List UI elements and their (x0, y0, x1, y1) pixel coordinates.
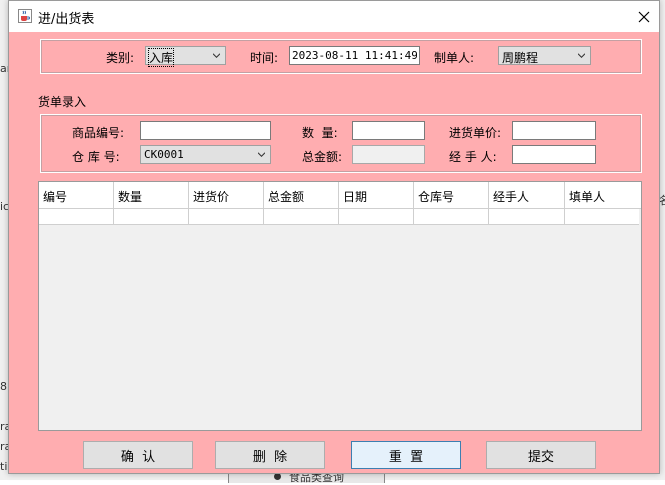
column-header[interactable]: 日期 (339, 182, 414, 208)
confirm-button[interactable]: 确 认 (83, 441, 193, 469)
close-button[interactable] (629, 1, 659, 32)
chevron-down-icon (213, 53, 220, 58)
stock-dialog: 进/出货表 类别: 入库 时间: 制单人: 周鹏程 货单录入 (8, 0, 660, 474)
table-cell[interactable] (264, 209, 339, 224)
close-icon (638, 11, 650, 22)
entry-section-title: 货单录入 (38, 95, 87, 109)
table-cell[interactable] (339, 209, 414, 224)
delete-button[interactable]: 删 除 (215, 441, 325, 469)
reset-button[interactable]: 重 置 (351, 441, 461, 469)
table-cell[interactable] (414, 209, 489, 224)
table-cell[interactable] (114, 209, 189, 224)
bg-text-fragment: 8 (0, 380, 7, 393)
goods-table[interactable]: 编号 数量 进货价 总金额 日期 仓库号 经手人 填单人 (38, 181, 642, 431)
table-cell[interactable] (189, 209, 264, 224)
time-field[interactable] (289, 46, 420, 65)
title-bar[interactable]: 进/出货表 (9, 1, 659, 32)
column-header[interactable]: 填单人 (565, 182, 641, 208)
column-header[interactable]: 编号 (39, 182, 114, 208)
warehouse-select[interactable]: CK0001 (140, 145, 271, 164)
table-row[interactable] (39, 209, 639, 225)
column-header[interactable]: 经手人 (489, 182, 565, 208)
table-cell[interactable] (565, 209, 639, 224)
quantity-label: 数 量: (302, 126, 338, 140)
product-no-label: 商品编号: (72, 126, 125, 140)
total-label: 总金额: (302, 150, 343, 164)
warehouse-value: CK0001 (144, 148, 184, 161)
dialog-content: 类别: 入库 时间: 制单人: 周鹏程 货单录入 商品编号: 数 量: 进货单价… (9, 32, 659, 473)
category-select[interactable]: 入库 (145, 46, 226, 67)
quantity-input[interactable] (352, 121, 425, 140)
creator-value: 周鹏程 (502, 51, 539, 65)
category-label: 类别: (106, 51, 135, 65)
handler-label: 经 手 人: (449, 150, 497, 164)
table-header: 编号 数量 进货价 总金额 日期 仓库号 经手人 填单人 (39, 182, 641, 209)
chevron-down-icon (578, 53, 585, 58)
unit-price-label: 进货单价: (449, 126, 502, 140)
category-value: 入库 (147, 48, 175, 67)
chevron-down-icon (258, 152, 265, 157)
java-cup-icon (18, 9, 32, 23)
total-field (352, 145, 425, 164)
window-title: 进/出货表 (38, 12, 95, 27)
entry-group: 商品编号: 数 量: 进货单价: 仓 库 号: CK0001 总金额: 经 手 … (40, 114, 642, 173)
warehouse-label: 仓 库 号: (72, 150, 120, 164)
time-label: 时间: (250, 51, 279, 65)
submit-button[interactable]: 提交 (486, 441, 596, 469)
column-header[interactable]: 总金额 (264, 182, 339, 208)
radio-dot-icon (274, 473, 281, 480)
creator-select[interactable]: 周鹏程 (498, 46, 591, 65)
header-group: 类别: 入库 时间: 制单人: 周鹏程 (40, 39, 642, 74)
column-header[interactable]: 仓库号 (414, 182, 489, 208)
table-cell[interactable] (39, 209, 114, 224)
column-header[interactable]: 进货价 (189, 182, 264, 208)
product-no-input[interactable] (140, 121, 271, 140)
unit-price-input[interactable] (512, 121, 596, 140)
handler-input[interactable] (512, 145, 596, 164)
column-header[interactable]: 数量 (114, 182, 189, 208)
creator-label: 制单人: (434, 51, 475, 65)
bg-text-fragment: ti (0, 460, 8, 473)
table-cell[interactable] (489, 209, 565, 224)
